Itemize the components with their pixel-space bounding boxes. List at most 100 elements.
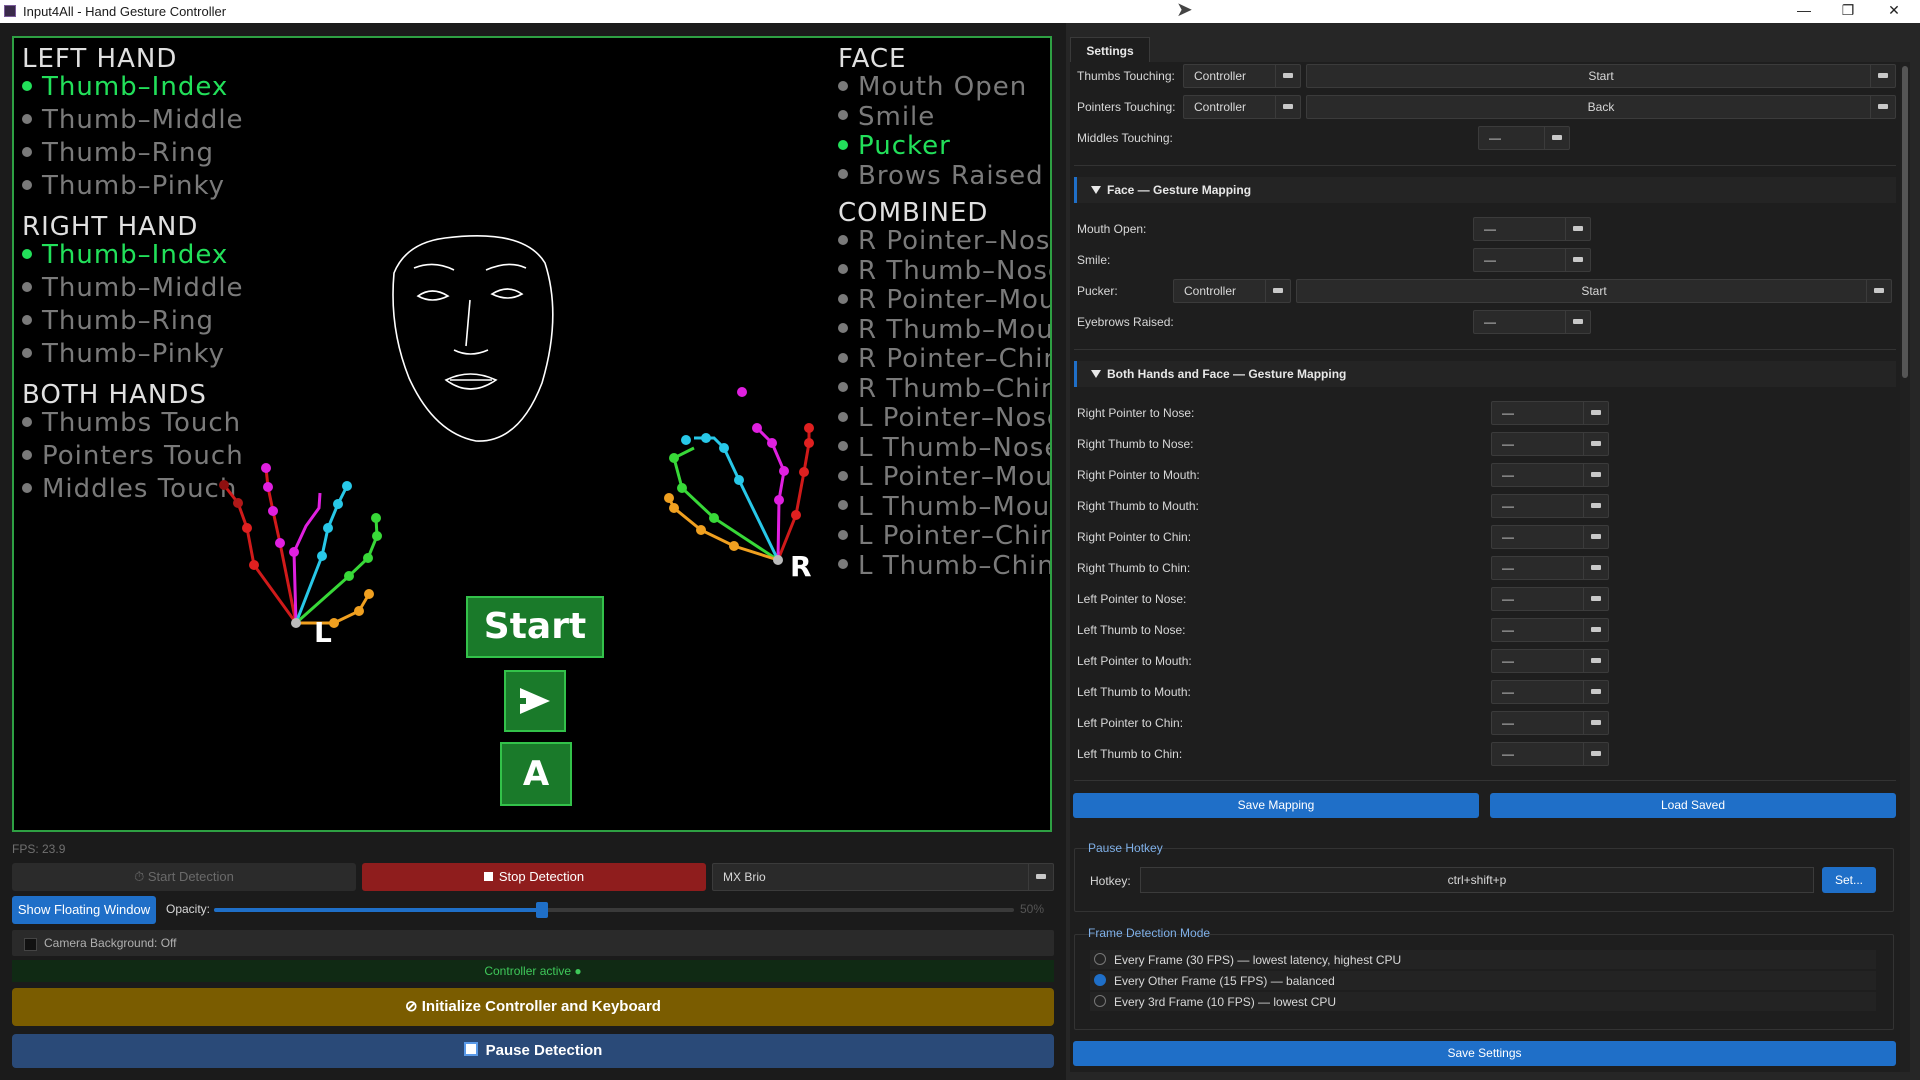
stop-detection-button[interactable]: Stop Detection xyxy=(362,863,706,891)
action-select[interactable]: — xyxy=(1491,494,1609,518)
radio-button[interactable] xyxy=(1094,974,1106,986)
action-select[interactable]: Start xyxy=(1306,64,1896,88)
right-hand-skeleton xyxy=(667,426,811,562)
action-select[interactable]: — xyxy=(1478,126,1570,150)
dropdown-arrow-icon xyxy=(1275,65,1300,87)
right-hand-label: R xyxy=(790,550,813,583)
camera-background-checkbox[interactable] xyxy=(24,938,37,951)
save-mapping-button[interactable]: Save Mapping xyxy=(1073,793,1479,818)
action-select[interactable]: — xyxy=(1473,310,1591,334)
overlay-play-button[interactable] xyxy=(504,670,566,732)
action-select-value: Start xyxy=(1581,284,1607,298)
mapping-label: Right Thumb to Nose: xyxy=(1077,437,1194,451)
dropdown-arrow-icon xyxy=(1583,650,1608,672)
save-settings-button[interactable]: Save Settings xyxy=(1073,1041,1896,1066)
action-select[interactable]: — xyxy=(1491,463,1609,487)
tab-settings[interactable]: Settings xyxy=(1070,37,1150,63)
minimize-button[interactable]: — xyxy=(1782,0,1826,23)
pause-hotkey-title: Pause Hotkey xyxy=(1088,841,1163,855)
right-hand-joints xyxy=(664,387,814,565)
action-select-value: — xyxy=(1502,747,1514,761)
frame-mode-option[interactable]: Every Frame (30 FPS) — lowest latency, h… xyxy=(1090,950,1876,969)
action-select-value: — xyxy=(1502,685,1514,699)
maximize-button[interactable]: ❐ xyxy=(1826,0,1870,23)
overlay-start-button[interactable]: Start xyxy=(466,596,604,658)
action-select-value: — xyxy=(1502,561,1514,575)
mapping-label: Right Thumb to Mouth: xyxy=(1077,499,1199,513)
mapping-label: Left Pointer to Chin: xyxy=(1077,716,1184,730)
dropdown-arrow-icon xyxy=(1583,526,1608,548)
mapping-label: Right Thumb to Chin: xyxy=(1077,561,1191,575)
pause-detection-label: Pause Detection xyxy=(485,1042,603,1059)
dropdown-arrow-icon xyxy=(1583,681,1608,703)
stop-detection-label: Stop Detection xyxy=(498,869,585,884)
radio-button[interactable] xyxy=(1094,953,1106,965)
opacity-slider[interactable] xyxy=(214,902,1014,918)
action-select-value: — xyxy=(1502,530,1514,544)
action-select[interactable]: — xyxy=(1491,432,1609,456)
action-select[interactable]: — xyxy=(1473,248,1591,272)
action-select-value: — xyxy=(1502,716,1514,730)
device-select[interactable]: Controller xyxy=(1183,95,1301,119)
dropdown-arrow-icon xyxy=(1870,65,1895,87)
start-detection-button[interactable]: ⏱ Start Detection xyxy=(12,863,356,891)
action-select-value: — xyxy=(1484,253,1496,267)
title-bar: Input4All - Hand Gesture Controller — ❐ … xyxy=(0,0,1920,23)
device-select-value: Controller xyxy=(1184,284,1237,298)
device-select[interactable]: Controller xyxy=(1183,64,1301,88)
action-select-value: Back xyxy=(1587,100,1615,114)
frame-mode-option[interactable]: Every 3rd Frame (10 FPS) — lowest CPU xyxy=(1090,992,1876,1011)
mapping-label: Left Pointer to Nose: xyxy=(1077,592,1187,606)
frame-mode-label: Every Other Frame (15 FPS) — balanced xyxy=(1114,974,1335,988)
action-select[interactable]: — xyxy=(1473,217,1591,241)
frame-mode-option[interactable]: Every Other Frame (15 FPS) — balanced xyxy=(1090,971,1876,990)
mapping-label: Pucker: xyxy=(1077,284,1118,298)
collapse-arrow-icon xyxy=(1091,186,1101,194)
device-select-value: Controller xyxy=(1194,100,1247,114)
scrollbar-thumb[interactable] xyxy=(1902,66,1908,378)
mapping-label: Right Pointer to Mouth: xyxy=(1077,468,1200,482)
radio-button[interactable] xyxy=(1094,995,1106,1007)
action-select[interactable]: Back xyxy=(1306,95,1896,119)
set-hotkey-button[interactable]: Set... xyxy=(1822,867,1876,893)
opacity-value: 50% xyxy=(1020,902,1045,916)
dropdown-arrow-icon xyxy=(1028,864,1053,890)
pause-detection-button[interactable]: Pause Detection xyxy=(12,1034,1054,1068)
camera-background-toggle[interactable]: Camera Background: Off xyxy=(12,930,1054,956)
left-hand-skeleton xyxy=(222,467,379,625)
initialize-controller-button[interactable]: ⊘ Initialize Controller and Keyboard xyxy=(12,988,1054,1026)
action-select[interactable]: — xyxy=(1491,525,1609,549)
combined-section-header[interactable]: Both Hands and Face — Gesture Mapping xyxy=(1074,361,1896,387)
overlay-a-button[interactable]: A xyxy=(500,742,572,806)
action-select[interactable]: — xyxy=(1491,649,1609,673)
opacity-slider-handle[interactable] xyxy=(536,902,548,918)
settings-scrollbar[interactable] xyxy=(1900,62,1910,1072)
face-section-header[interactable]: Face — Gesture Mapping xyxy=(1074,177,1896,203)
opacity-label: Opacity: xyxy=(166,902,211,916)
action-select[interactable]: Start xyxy=(1296,279,1892,303)
dropdown-arrow-icon xyxy=(1583,557,1608,579)
clock-icon: ⏱ xyxy=(134,869,148,884)
dropdown-arrow-icon xyxy=(1583,619,1608,641)
load-saved-button[interactable]: Load Saved xyxy=(1490,793,1896,818)
action-select[interactable]: — xyxy=(1491,587,1609,611)
combined-section-title: Both Hands and Face — Gesture Mapping xyxy=(1107,367,1347,381)
mapping-label: Pointers Touching: xyxy=(1077,100,1176,114)
hotkey-input[interactable]: ctrl+shift+p xyxy=(1140,867,1814,893)
action-select[interactable]: — xyxy=(1491,556,1609,580)
frame-mode-label: Every 3rd Frame (10 FPS) — lowest CPU xyxy=(1114,995,1337,1009)
camera-select[interactable]: MX Brio xyxy=(712,863,1054,891)
close-button[interactable]: ✕ xyxy=(1872,0,1916,23)
device-select[interactable]: Controller xyxy=(1173,279,1291,303)
mapping-label: Left Thumb to Mouth: xyxy=(1077,685,1191,699)
action-select[interactable]: — xyxy=(1491,401,1609,425)
action-select[interactable]: — xyxy=(1491,711,1609,735)
dropdown-arrow-icon xyxy=(1275,96,1300,118)
show-floating-window-button[interactable]: Show Floating Window xyxy=(12,896,156,924)
camera-preview: LEFT HAND Thumb–Index Thumb–Middle Thumb–R… xyxy=(12,36,1052,832)
action-select[interactable]: — xyxy=(1491,618,1609,642)
dropdown-arrow-icon xyxy=(1583,588,1608,610)
action-select[interactable]: — xyxy=(1491,680,1609,704)
dropdown-arrow-icon xyxy=(1565,311,1590,333)
action-select[interactable]: — xyxy=(1491,742,1609,766)
